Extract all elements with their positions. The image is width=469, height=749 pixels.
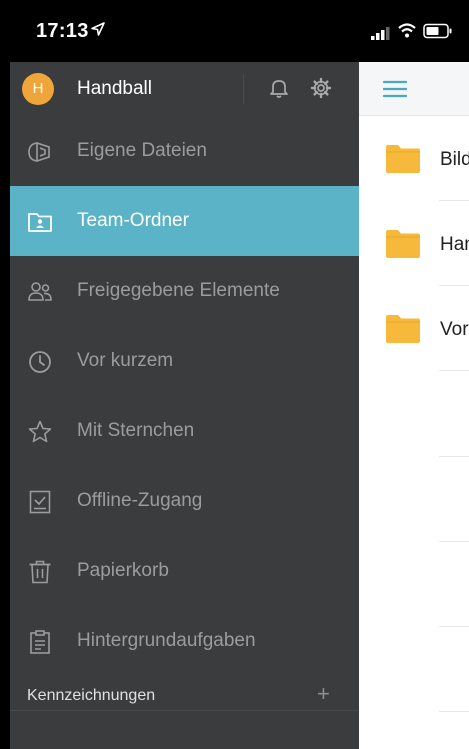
sidebar: H Handball Eigene Dateien Team-Ordner Fr… <box>10 62 359 749</box>
folder-name: Han <box>440 234 469 255</box>
row-divider <box>439 370 469 371</box>
shared-people-icon <box>28 282 52 301</box>
trash-icon <box>29 560 51 584</box>
labels-section-title: Kennzeichnungen <box>27 687 156 704</box>
sidebar-item-label: Freigegebene Elemente <box>77 280 280 301</box>
bell-icon[interactable] <box>268 77 290 99</box>
my-files-icon <box>28 142 50 162</box>
sidebar-item-vor-kurzem[interactable]: Vor kurzem <box>10 326 359 396</box>
status-bar: 17:13 <box>0 0 469 62</box>
header-divider <box>243 74 244 104</box>
sidebar-item-eigene-dateien[interactable]: Eigene Dateien <box>10 116 359 186</box>
hamburger-menu-icon[interactable] <box>383 80 407 98</box>
labels-section: Kennzeichnungen + <box>10 679 359 711</box>
row-divider <box>439 456 469 457</box>
gear-icon[interactable] <box>310 77 332 99</box>
folder-row[interactable]: Han <box>359 201 469 286</box>
sidebar-item-label: Vor kurzem <box>77 350 174 371</box>
offline-check-icon <box>29 490 51 514</box>
folder-row[interactable]: Vor <box>359 286 469 371</box>
folder-name: Vor <box>440 319 469 340</box>
sidebar-item-hintergrundaufgaben[interactable]: Hintergrundaufgaben <box>10 606 359 676</box>
add-label-button[interactable]: + <box>317 683 330 705</box>
sidebar-item-label: Offline-Zugang <box>77 490 203 511</box>
team-folder-icon <box>28 213 52 232</box>
cellular-signal-icon <box>371 27 390 40</box>
folder-icon <box>386 230 420 258</box>
battery-icon <box>423 23 452 39</box>
sidebar-item-freigegebene-elemente[interactable]: Freigegebene Elemente <box>10 256 359 326</box>
sidebar-item-mit-sternchen[interactable]: Mit Sternchen <box>10 396 359 466</box>
row-divider <box>439 711 469 712</box>
sidebar-item-label: Papierkorb <box>77 560 169 581</box>
account-header: H Handball <box>10 62 359 116</box>
sidebar-item-offline-zugang[interactable]: Offline-Zugang <box>10 466 359 536</box>
sidebar-item-label: Eigene Dateien <box>77 140 207 161</box>
location-arrow-icon <box>91 22 105 36</box>
sidebar-item-papierkorb[interactable]: Papierkorb <box>10 536 359 606</box>
star-icon <box>28 420 52 443</box>
folder-icon <box>386 315 420 343</box>
main-content: Bild Han Vor <box>359 62 469 749</box>
avatar[interactable]: H <box>22 73 54 105</box>
clipboard-icon <box>30 630 50 654</box>
sidebar-item-label: Team-Ordner <box>77 210 189 231</box>
status-time: 17:13 <box>36 20 89 42</box>
sidebar-item-label: Mit Sternchen <box>77 420 195 441</box>
wifi-icon <box>398 23 416 38</box>
folder-row[interactable]: Bild <box>359 116 469 201</box>
account-name[interactable]: Handball <box>77 78 152 100</box>
row-divider <box>439 541 469 542</box>
top-bar <box>359 62 469 116</box>
sidebar-item-label: Hintergrundaufgaben <box>77 630 256 651</box>
row-divider <box>439 626 469 627</box>
folder-icon <box>386 145 420 173</box>
folder-name: Bild <box>440 149 469 170</box>
clock-icon <box>29 351 51 373</box>
sidebar-item-team-ordner[interactable]: Team-Ordner <box>10 186 359 256</box>
